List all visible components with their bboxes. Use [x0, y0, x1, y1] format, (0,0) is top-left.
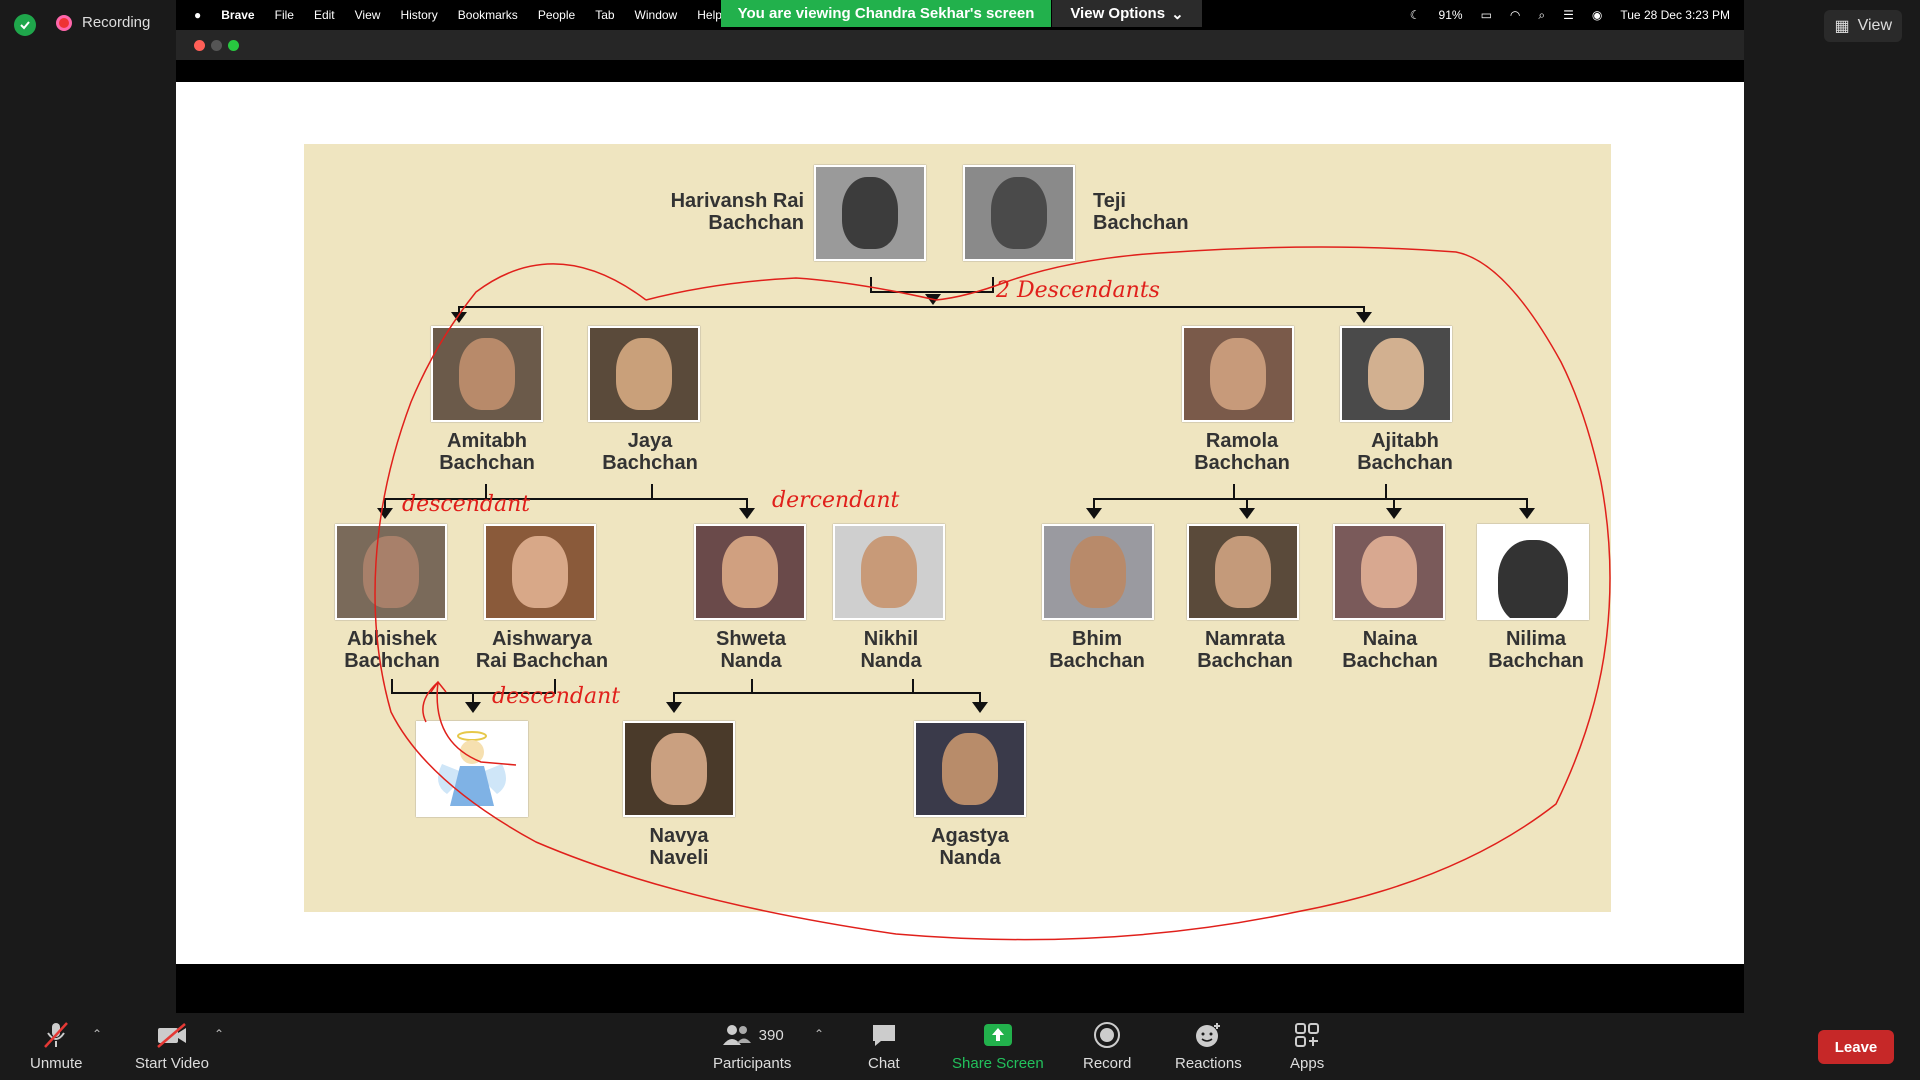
viewing-banner: You are viewing Chandra Sekhar's screen: [721, 0, 1051, 27]
menu-help: Help: [697, 8, 722, 22]
chevron-down-icon: ⌄: [1171, 5, 1184, 23]
control-center-icon: ☰: [1563, 8, 1574, 22]
recording-indicator[interactable]: Recording: [56, 14, 150, 31]
record-dot-icon: [56, 14, 72, 31]
search-icon: ⌕: [1538, 7, 1546, 22]
unmute-button[interactable]: Unmute: [30, 1021, 83, 1072]
menu-window: Window: [634, 8, 678, 22]
menu-history: History: [400, 8, 438, 22]
shared-screen-bottom-bar: [176, 964, 1744, 1013]
share-screen-label: Share Screen: [952, 1055, 1044, 1072]
meeting-toolbar: Unmute ⌃ Start Video ⌃ 390 Participants …: [0, 1013, 1920, 1080]
menu-people: People: [537, 8, 576, 22]
start-video-button[interactable]: Start Video: [135, 1021, 209, 1072]
security-shield-icon[interactable]: [14, 14, 36, 36]
reactions-button[interactable]: Reactions: [1175, 1021, 1242, 1072]
slide: Harivansh Rai Bachchan Teji Bachchan Amita…: [176, 82, 1744, 964]
participants-icon: [722, 1025, 751, 1045]
record-button[interactable]: Record: [1083, 1021, 1131, 1072]
menu-bookmarks: Bookmarks: [457, 8, 518, 22]
chat-icon: [869, 1021, 899, 1049]
menu-edit: Edit: [313, 8, 335, 22]
menu-tab: Tab: [595, 8, 615, 22]
wifi-icon: ◠: [1509, 8, 1521, 22]
record-icon: [1093, 1021, 1121, 1049]
smiley-icon: [1193, 1021, 1223, 1049]
chat-button[interactable]: Chat: [868, 1021, 900, 1072]
share-screen-button[interactable]: Share Screen: [952, 1021, 1044, 1072]
participants-label: Participants: [713, 1055, 792, 1072]
view-options-label: View Options: [1070, 5, 1166, 22]
view-options-button[interactable]: View Options ⌄: [1052, 0, 1202, 27]
shared-screen: ● Brave File Edit View History Bookmarks…: [176, 0, 1744, 1013]
start-video-label: Start Video: [135, 1055, 209, 1072]
grid-icon: ▦: [1834, 18, 1850, 35]
menu-brave: Brave: [221, 8, 255, 22]
close-icon: [194, 39, 205, 51]
datetime: Tue 28 Dec 3:23 PM: [1620, 8, 1730, 22]
audio-options-chevron-icon[interactable]: ⌃: [92, 1027, 102, 1041]
share-screen-icon: [982, 1021, 1014, 1049]
reactions-label: Reactions: [1175, 1055, 1242, 1072]
participants-chevron-icon[interactable]: ⌃: [814, 1027, 824, 1041]
participants-count: 390: [758, 1026, 784, 1044]
battery-icon: ▭: [1480, 8, 1492, 22]
leave-button[interactable]: Leave: [1818, 1030, 1894, 1064]
view-label: View: [1857, 17, 1892, 34]
video-options-chevron-icon[interactable]: ⌃: [214, 1027, 224, 1041]
apple-icon: ●: [194, 8, 202, 22]
apps-button[interactable]: Apps: [1290, 1021, 1324, 1072]
apps-label: Apps: [1290, 1055, 1325, 1072]
video-off-icon: [155, 1021, 189, 1049]
view-button[interactable]: ▦ View: [1824, 10, 1902, 42]
participants-button[interactable]: 390 Participants: [713, 1021, 791, 1072]
mic-muted-icon: [41, 1021, 71, 1049]
siri-icon: ◉: [1591, 8, 1603, 22]
menu-view: View: [354, 8, 381, 22]
moon-icon: ☾: [1409, 8, 1421, 22]
chat-label: Chat: [868, 1055, 900, 1072]
menu-file: File: [274, 8, 294, 22]
freehand-outline: [374, 246, 1611, 941]
battery-percent: 91%: [1438, 8, 1463, 22]
unmute-label: Unmute: [30, 1055, 83, 1072]
apps-icon: [1293, 1021, 1321, 1049]
window-titlebar: [176, 30, 1744, 60]
record-label: Record: [1083, 1055, 1132, 1072]
maximize-icon: [228, 39, 239, 51]
recording-label: Recording: [82, 14, 151, 31]
minimize-icon: [211, 39, 222, 51]
